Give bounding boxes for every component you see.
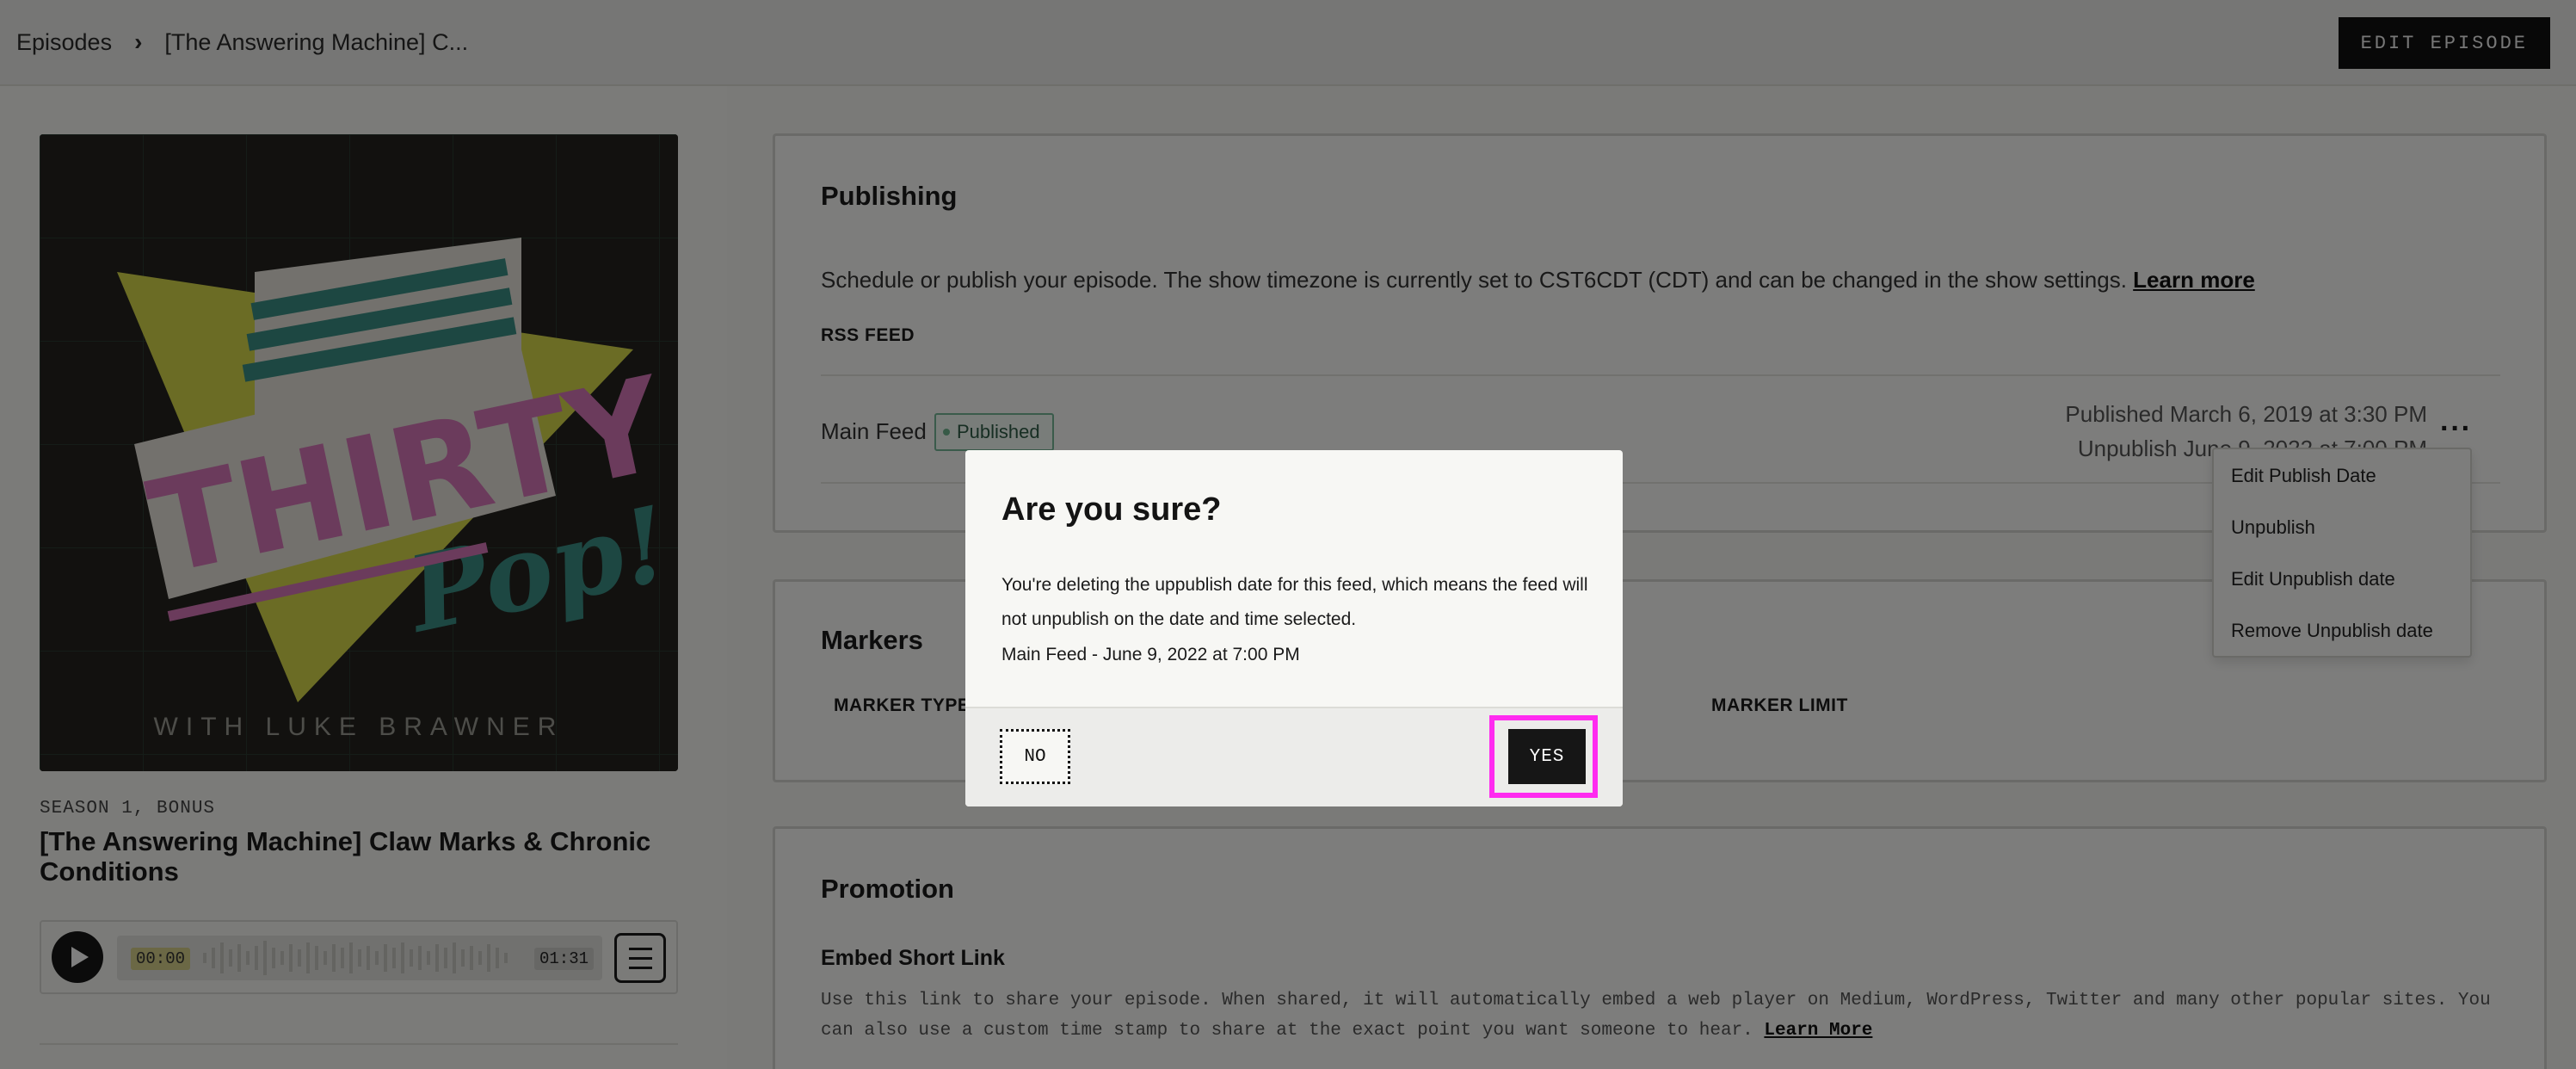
confirm-dialog: Are you sure? You're deleting the uppubl… [965, 450, 1623, 806]
dialog-message: You're deleting the uppublish date for t… [1001, 575, 1588, 629]
yes-button[interactable]: YES [1508, 729, 1586, 784]
dialog-feed-detail: Main Feed - June 9, 2022 at 7:00 PM [1001, 645, 1300, 664]
dialog-title: Are you sure? [1001, 491, 1222, 528]
dialog-footer: NO YES [965, 707, 1623, 806]
no-button[interactable]: NO [1000, 729, 1070, 784]
